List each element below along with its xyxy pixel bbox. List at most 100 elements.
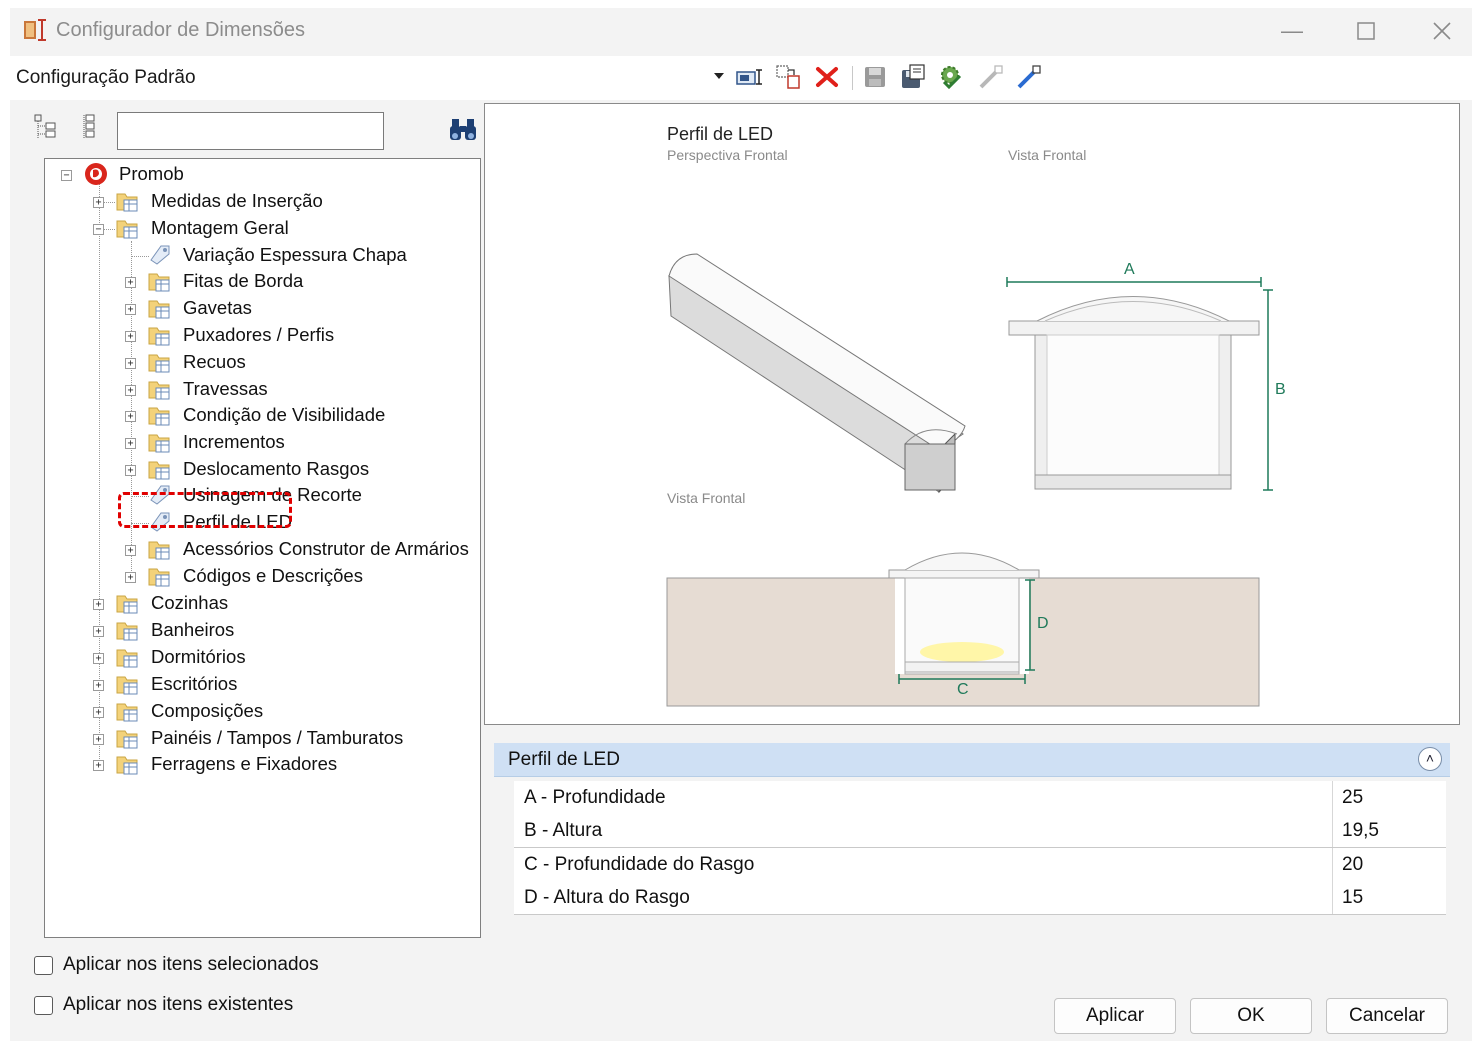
tree-item-dormitorios[interactable]: Dormitórios: [151, 644, 246, 670]
window-title: Configurador de Dimensões: [56, 19, 306, 41]
maximize-icon: [1357, 22, 1375, 40]
dimension-label-c: C: [957, 681, 969, 698]
folder-icon: [116, 220, 138, 239]
folder-icon: [116, 649, 138, 668]
property-row[interactable]: A - Profundidade 25: [514, 781, 1446, 815]
expand-toggle[interactable]: +: [93, 680, 104, 691]
expand-toggle[interactable]: +: [125, 304, 136, 315]
properties-header[interactable]: Perfil de LED ˄: [494, 743, 1450, 777]
folder-icon: [148, 461, 170, 480]
expand-toggle[interactable]: +: [93, 760, 104, 771]
property-value-field[interactable]: 15: [1332, 881, 1446, 914]
tree-view[interactable]: − Promob + Medidas de Inserção − Montage…: [44, 158, 481, 938]
cancel-button[interactable]: Cancelar: [1326, 998, 1448, 1034]
expand-toggle[interactable]: +: [125, 358, 136, 369]
collapse-toggle[interactable]: −: [93, 224, 104, 235]
close-button[interactable]: [1422, 16, 1462, 46]
property-row[interactable]: D - Altura do Rasgo 15: [514, 881, 1446, 915]
export-icon[interactable]: [1014, 62, 1044, 92]
tree-item-montagem-geral[interactable]: Montagem Geral: [151, 215, 289, 241]
apply-existing-option[interactable]: Aplicar nos itens existentes: [34, 992, 293, 1018]
tree-item-recuos[interactable]: Recuos: [183, 349, 246, 375]
tree-item-label: Banheiros: [151, 619, 235, 640]
apply-selected-checkbox[interactable]: [34, 955, 53, 975]
minimize-button[interactable]: —: [1272, 16, 1312, 46]
expand-toggle[interactable]: +: [125, 385, 136, 396]
expand-toggle[interactable]: +: [93, 653, 104, 664]
promob-logo-icon: [85, 163, 107, 185]
apply-selected-option[interactable]: Aplicar nos itens selecionados: [34, 952, 319, 978]
expand-toggle[interactable]: +: [125, 545, 136, 556]
property-row[interactable]: C - Profundidade do Rasgo 20: [514, 848, 1446, 882]
tree-item-promob[interactable]: Promob: [119, 161, 184, 187]
folder-icon: [116, 622, 138, 641]
search-input[interactable]: [117, 112, 384, 150]
expand-toggle[interactable]: +: [125, 465, 136, 476]
tree-item-gavetas[interactable]: Gavetas: [183, 295, 252, 321]
property-value-field[interactable]: 19,5: [1332, 814, 1446, 847]
delete-icon[interactable]: [812, 62, 842, 92]
ok-button[interactable]: OK: [1190, 998, 1312, 1034]
expand-toggle[interactable]: +: [125, 411, 136, 422]
chevron-up-icon[interactable]: ˄: [1418, 747, 1442, 771]
expand-toggle[interactable]: +: [125, 331, 136, 342]
expand-toggle[interactable]: +: [93, 599, 104, 610]
tree-item-incrementos[interactable]: Incrementos: [183, 429, 285, 455]
save-icon[interactable]: [860, 62, 890, 92]
collapse-toggle[interactable]: −: [61, 170, 72, 181]
settings-icon[interactable]: [936, 62, 966, 92]
expand-toggle[interactable]: +: [93, 197, 104, 208]
expand-toggle[interactable]: +: [125, 438, 136, 449]
tree-item-banheiros[interactable]: Banheiros: [151, 617, 234, 643]
folder-icon: [116, 676, 138, 695]
new-item-icon[interactable]: [734, 62, 764, 92]
tree-item-escritorios[interactable]: Escritórios: [151, 671, 237, 697]
expand-toggle[interactable]: +: [93, 626, 104, 637]
property-name: A - Profundidade: [524, 787, 666, 808]
expand-toggle[interactable]: +: [125, 572, 136, 583]
property-value: 15: [1342, 887, 1364, 908]
tree-item-paineis-tampos[interactable]: Painéis / Tampos / Tamburatos: [151, 725, 403, 751]
copy-icon[interactable]: [774, 62, 804, 92]
configuration-select[interactable]: Configuração Padrão: [16, 67, 196, 89]
tree-item-composicoes[interactable]: Composições: [151, 698, 263, 724]
save-as-icon[interactable]: [898, 62, 928, 92]
expand-toggle[interactable]: +: [125, 277, 136, 288]
folder-icon: [148, 354, 170, 373]
import-icon[interactable]: [976, 62, 1006, 92]
tree-item-condicao-visibilidade[interactable]: Condição de Visibilidade: [183, 402, 385, 428]
tree-item-travessas[interactable]: Travessas: [183, 376, 268, 402]
binoculars-icon[interactable]: [448, 116, 478, 144]
tree-item-medidas-insercao[interactable]: Medidas de Inserção: [151, 188, 323, 214]
apply-button[interactable]: Aplicar: [1054, 998, 1176, 1034]
tree-item-variacao-espessura[interactable]: Variação Espessura Chapa: [183, 242, 407, 268]
expand-toggle[interactable]: +: [93, 734, 104, 745]
tree-item-ferragens-fixadores[interactable]: Ferragens e Fixadores: [151, 751, 337, 777]
apply-existing-checkbox[interactable]: [34, 995, 53, 1015]
tree-item-label: Gavetas: [183, 297, 252, 318]
close-icon: [1433, 22, 1451, 40]
property-row[interactable]: B - Altura 19,5: [514, 814, 1446, 848]
tree-item-deslocamento-rasgos[interactable]: Deslocamento Rasgos: [183, 456, 369, 482]
maximize-button[interactable]: [1346, 16, 1386, 46]
expand-all-icon[interactable]: [34, 112, 58, 142]
property-value-field[interactable]: 20: [1332, 848, 1446, 881]
tree-item-label: Montagem Geral: [151, 217, 289, 238]
folder-icon: [116, 730, 138, 749]
tree-item-codigos-descricoes[interactable]: Códigos e Descrições: [183, 563, 363, 589]
expand-toggle[interactable]: +: [93, 707, 104, 718]
tree-item-label: Códigos e Descrições: [183, 565, 363, 586]
highlight-box: [118, 492, 292, 528]
tree-item-puxadores-perfis[interactable]: Puxadores / Perfis: [183, 322, 334, 348]
collapse-all-icon[interactable]: [82, 112, 106, 142]
apply-selected-label: Aplicar nos itens selecionados: [63, 954, 319, 975]
tree-item-cozinhas[interactable]: Cozinhas: [151, 590, 228, 616]
dropdown-arrow-icon[interactable]: [714, 73, 724, 79]
tree-item-label: Acessórios Construtor de Armários: [183, 538, 469, 559]
tree-item-fitas-borda[interactable]: Fitas de Borda: [183, 268, 303, 294]
property-value-field[interactable]: 25: [1332, 781, 1446, 814]
tree-item-acessorios-construtor[interactable]: Acessórios Construtor de Armários: [183, 536, 469, 562]
tree-item-label: Incrementos: [183, 431, 285, 452]
tree-connector: [131, 241, 132, 579]
folder-icon: [148, 434, 170, 453]
